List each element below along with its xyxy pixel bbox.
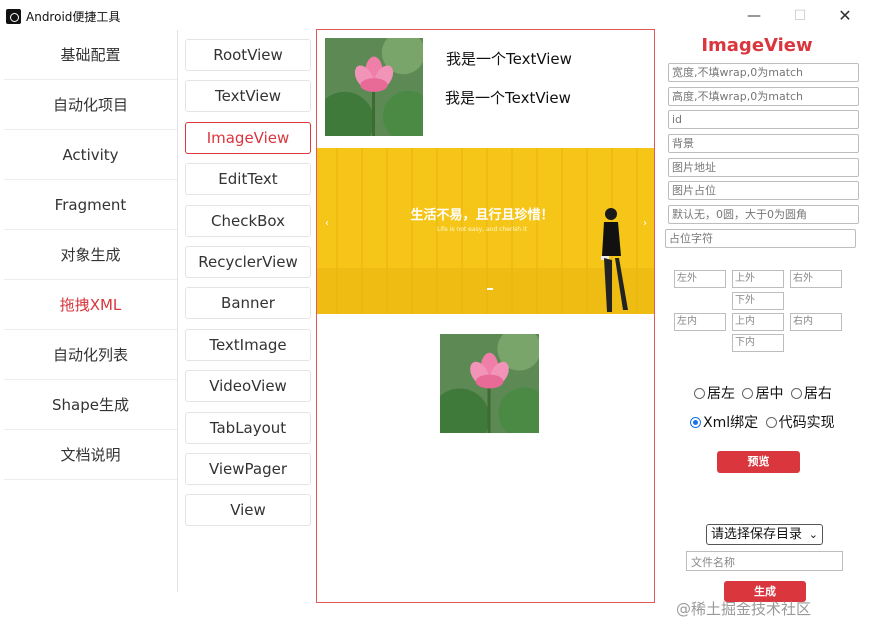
menu-item-drag-xml[interactable]: 拖拽XML [4,280,177,330]
margin-bottom-input[interactable]: 下外 [732,292,784,310]
padding-left-input[interactable]: 左内 [674,313,726,331]
lotus-image[interactable] [325,38,423,136]
component-recyclerview-button[interactable]: RecyclerView [185,245,311,278]
left-menu: 基础配置 自动化项目 Activity Fragment 对象生成 拖拽XML … [4,30,177,482]
padding-bottom-input[interactable]: 下内 [732,334,784,352]
code-impl-label: 代码实现 [778,415,835,431]
minimize-button[interactable]: — [743,6,765,26]
component-textimage-button[interactable]: TextImage [185,328,311,361]
banner-subtitle: Life is not easy, and cherish it [437,226,528,233]
component-banner-button[interactable]: Banner [185,287,311,320]
menu-item-docs[interactable]: 文档说明 [4,430,177,480]
banner-image[interactable]: ‹ › 生活不易，且行且珍惜！ Life is not easy, and ch… [317,148,655,314]
align-left-radio[interactable] [694,388,705,399]
margin-top-input[interactable]: 上外 [732,270,784,288]
save-dir-value: 请选择保存目录 [711,527,803,542]
banner-headline: 生活不易，且行且珍惜！ [410,207,553,223]
panel-title: ImageView [701,35,813,56]
watermark: @稀土掘金技术社区 [676,600,812,618]
close-button[interactable]: ✕ [834,6,856,26]
component-edittext-button[interactable]: EditText [185,163,311,196]
xml-binding-label: Xml绑定 [703,415,759,431]
menu-item-auto-list[interactable]: 自动化列表 [4,330,177,380]
menu-item-fragment[interactable]: Fragment [4,180,177,230]
chevron-down-icon: ⌄ [808,528,818,541]
menu-item-auto-project[interactable]: 自动化项目 [4,80,177,130]
filename-input[interactable]: 文件名称 [686,551,843,571]
margin-right-input[interactable]: 右外 [790,270,842,288]
margin-left-input[interactable]: 左外 [674,270,726,288]
preview-button[interactable]: 预览 [717,451,800,473]
image-src-input[interactable]: 图片地址 [668,158,859,177]
code-impl-radio[interactable] [765,417,777,428]
align-center-radio[interactable] [742,388,754,399]
align-center-label: 居中 [755,386,784,402]
menu-divider [177,30,178,592]
component-list: RootView TextView ImageView EditText Che… [185,39,311,536]
id-input[interactable]: id [668,110,859,129]
preview-textview-2[interactable]: 我是一个TextView [445,87,571,108]
align-right-radio[interactable] [790,388,802,399]
mode-radio-group: Xml绑定 代码实现 [690,412,838,432]
padding-right-input[interactable]: 右内 [790,313,842,331]
background-input[interactable]: 背景 [668,134,859,153]
image-placeholder-input[interactable]: 图片占位 [668,181,859,200]
padding-top-input[interactable]: 上内 [732,313,784,331]
app-icon [6,9,21,24]
component-videoview-button[interactable]: VideoView [185,370,311,403]
placeholder-char-input[interactable]: 占位字符 [665,229,856,248]
align-left-label: 居左 [707,386,735,402]
save-dir-select[interactable]: 请选择保存目录 ⌄ [706,524,823,545]
width-input[interactable]: 宽度,不填wrap,0为match [668,63,859,82]
title-bar: Android便捷工具 — ☐ ✕ [0,0,870,32]
height-input[interactable]: 高度,不填wrap,0为match [668,87,859,106]
menu-item-shape-gen[interactable]: Shape生成 [4,380,177,430]
menu-item-object-gen[interactable]: 对象生成 [4,230,177,280]
component-rootview-button[interactable]: RootView [185,39,311,71]
component-textview-button[interactable]: TextView [185,80,311,113]
maximize-button[interactable]: ☐ [789,6,811,26]
xml-binding-radio[interactable] [690,417,701,428]
svg-text:›: › [643,218,647,229]
menu-item-activity[interactable]: Activity [4,130,177,180]
align-right-label: 居右 [803,386,832,402]
corner-radius-input[interactable]: 默认无，0圆，大于0为圆角 [668,205,859,224]
component-imageview-button[interactable]: ImageView [185,121,311,154]
menu-item-basic-config[interactable]: 基础配置 [4,30,177,80]
component-view-button[interactable]: View [185,494,311,527]
preview-textview-1[interactable]: 我是一个TextView [446,48,572,69]
window-title: Android便捷工具 [26,10,121,24]
component-viewpager-button[interactable]: ViewPager [185,452,311,485]
preview-canvas[interactable]: 我是一个TextView 我是一个TextView ‹ › 生活不易，且行且珍惜… [316,29,655,603]
component-tablayout-button[interactable]: TabLayout [185,411,311,444]
svg-text:‹: ‹ [325,218,329,229]
align-radio-group: 居左 居中 居右 [694,383,835,403]
component-checkbox-button[interactable]: CheckBox [185,204,311,237]
lotus-image-centered[interactable] [440,334,539,433]
